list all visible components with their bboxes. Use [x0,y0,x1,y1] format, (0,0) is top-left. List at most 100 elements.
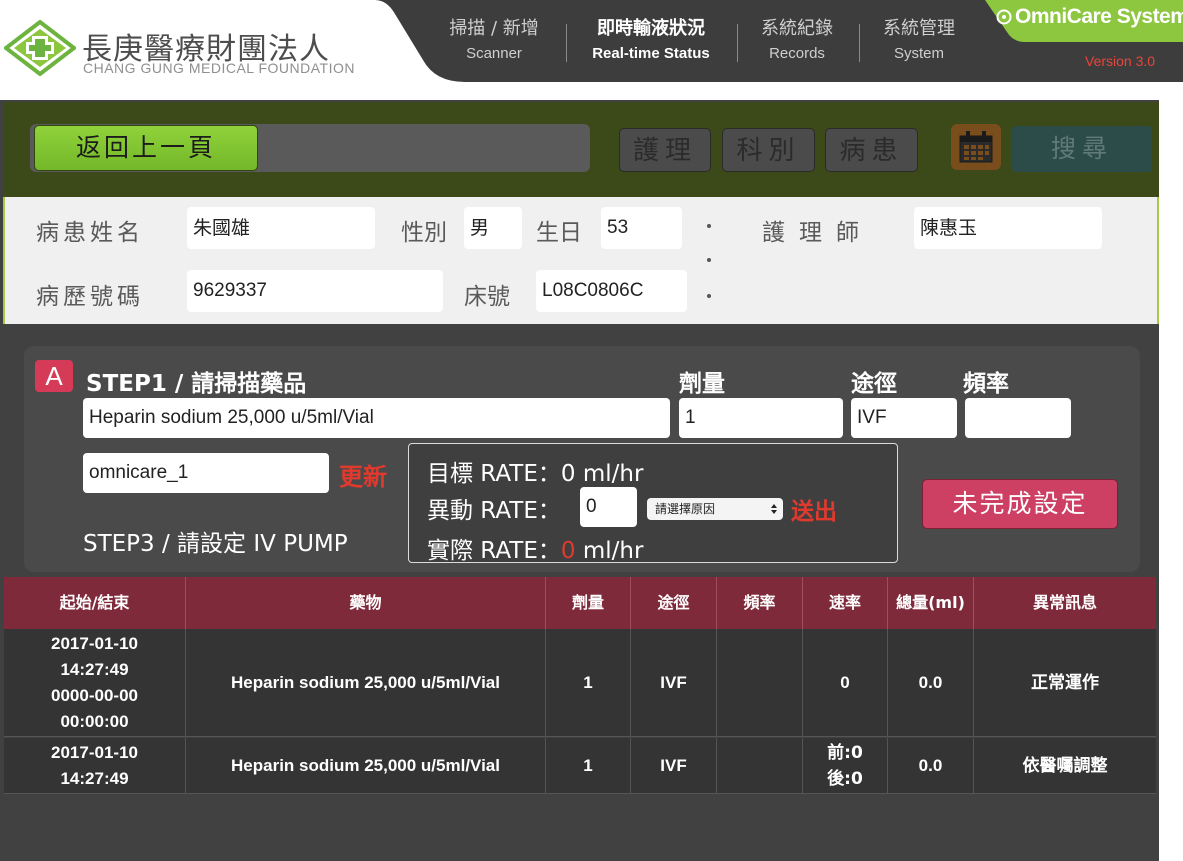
nav-system-label: 系統管理 [883,18,955,39]
frequency-input[interactable] [965,398,1071,438]
cell-route: IVF [631,738,717,794]
col-dose: 劑量 [546,577,631,629]
chang-gung-logo-icon [4,20,76,76]
separator-dot [707,258,711,262]
rate-after: 後:0 [827,769,863,789]
dose-input[interactable]: 1 [679,398,843,438]
nav-scanner-sublabel: Scanner [466,45,522,62]
cell-drug: Heparin sodium 25,000 u/5ml/Vial [186,738,546,794]
birthday-field[interactable]: 53 [601,207,682,249]
table-row[interactable]: 2017-01-10 14:27:49 0000-00-00 00:00:00 … [4,629,1156,737]
nav-system[interactable]: 系統管理 System [866,18,972,64]
target-rate: 目標 RATE：0 ml/hr [427,454,643,488]
start-time: 14:27:49 [60,660,129,679]
step3-label: STEP3 / 請設定 IV PUMP [83,531,348,557]
patient-name-label: 病患姓名 [36,220,144,246]
col-total: 總量(ml) [888,577,974,629]
cell-message: 正常運作 [1031,673,1099,693]
col-message: 異常訊息 [1032,593,1097,612]
brand-name: OmniCare System [1015,5,1183,28]
table-row[interactable]: 2017-01-10 14:27:49 Heparin sodium 25,00… [4,738,1156,794]
nav-scanner[interactable]: 掃描 / 新增 Scanner [432,18,556,64]
nav-records-sublabel: Records [769,45,825,62]
col-route: 途徑 [631,577,717,629]
omnicare-logo-icon [996,9,1012,25]
reason-select[interactable]: 請選擇原因 [647,498,783,520]
department-button[interactable]: 科別 [722,128,815,172]
reason-select-value: 請選擇原因 [655,502,716,516]
update-button[interactable]: 更新 [339,457,387,492]
col-drug: 藥物 [186,577,546,629]
dose-label: 劑量 [679,371,725,397]
nursing-button[interactable]: 護理 [619,128,711,172]
cell-drug: Heparin sodium 25,000 u/5ml/Vial [186,629,546,737]
change-rate-label: 異動 RATE： [427,498,561,524]
end-date: 0000-00-00 [51,686,138,705]
nav-divider [859,24,860,62]
unfinished-settings-button[interactable]: 未完成設定 [922,479,1118,529]
send-button[interactable]: 送出 [791,492,837,526]
nav-realtime-status[interactable]: 即時輸液狀況 Real-time Status [578,18,724,64]
cell-dose: 1 [546,629,631,737]
calendar-button[interactable] [951,124,1001,170]
actual-rate-unit: ml/hr [575,538,644,564]
rate-before: 前:0 [827,743,863,763]
select-arrows-icon [771,504,777,514]
cell-start-end: 2017-01-10 14:27:49 0000-00-00 00:00:00 [4,629,186,737]
col-frequency: 頻率 [717,577,803,629]
nurse-field[interactable]: 陳惠玉 [914,207,1102,249]
nav-divider [737,24,738,62]
record-number-label: 病歷號碼 [36,284,144,310]
change-rate-input[interactable]: 0 [580,487,637,527]
step1-label: STEP1 / 請掃描藥品 [86,371,307,397]
actual-rate: 實際 RATE：0 ml/hr [427,531,643,565]
nav-realtime-label: 即時輸液狀況 [597,18,705,39]
cell-rate: 0 [803,629,888,737]
route-input[interactable]: IVF [851,398,957,438]
start-date: 2017-01-10 [51,743,138,762]
search-button[interactable]: 搜尋 [1012,126,1152,172]
nav-scanner-label: 掃描 / 新增 [449,18,539,39]
patient-name-field[interactable]: 朱國雄 [187,207,375,249]
nav-records-label: 系統紀錄 [761,18,833,39]
cell-dose: 1 [546,738,631,794]
route-label: 途徑 [851,371,897,397]
nav-records[interactable]: 系統紀錄 Records [744,18,850,64]
version-label: Version 3.0 [1085,53,1156,69]
separator-dot [707,224,711,228]
target-rate-value: 0 ml/hr [560,461,644,487]
actual-rate-label: 實際 RATE： [427,538,561,564]
target-rate-label: 目標 RATE： [427,461,561,487]
record-number-field[interactable]: 9629337 [187,270,443,312]
table-header: 起始/結束 藥物 劑量 途徑 頻率 速率 總量(ml) 異常訊息 [4,577,1156,629]
col-rate: 速率 [803,577,888,629]
nav-system-sublabel: System [893,45,944,62]
cell-start-end: 2017-01-10 14:27:49 [4,738,186,794]
back-button[interactable]: 返回上一頁 [34,125,258,171]
cell-frequency [717,629,803,737]
patient-button[interactable]: 病患 [825,128,918,172]
nav-realtime-sublabel: Real-time Status [592,45,710,62]
cell-total: 0.0 [888,738,974,794]
bed-field[interactable]: L08C0806C [536,270,687,312]
app-header: 長庚醫療財團法人 CHANG GUNG MEDICAL FOUNDATION 掃… [0,0,1183,100]
end-time: 00:00:00 [60,712,129,731]
actual-rate-value: 0 [560,538,576,564]
gender-label: 性別 [401,220,447,246]
birthday-label: 生日 [536,220,582,246]
org-name-en: CHANG GUNG MEDICAL FOUNDATION [83,60,355,76]
start-time: 14:27:49 [60,769,129,788]
pump-id-input[interactable]: omnicare_1 [83,453,329,493]
step-badge: A [35,360,73,392]
start-date: 2017-01-10 [51,634,138,653]
col-start-end: 起始/結束 [4,577,186,629]
nav-divider [566,24,567,62]
cell-message: 依醫囑調整 [1022,756,1108,776]
cell-route: IVF [631,629,717,737]
nurse-label: 護理師 [762,220,873,246]
drug-input[interactable]: Heparin sodium 25,000 u/5ml/Vial [83,398,670,438]
gender-field[interactable]: 男 [464,207,522,249]
cell-total: 0.0 [888,629,974,737]
calendar-icon [959,131,993,163]
cell-rate: 前:0 後:0 [803,738,888,794]
